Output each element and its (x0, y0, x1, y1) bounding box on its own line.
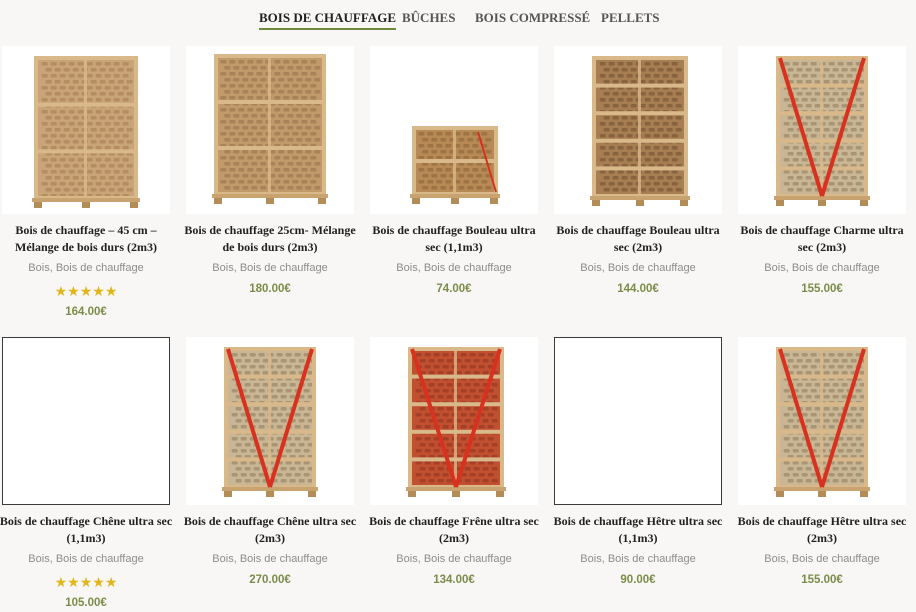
product-price: 270.00€ (249, 574, 291, 586)
category-link-bois-de-chauffage[interactable]: Bois de chauffage (792, 262, 880, 274)
category-link-bois[interactable]: Bois (580, 553, 601, 565)
product-price: 180.00€ (249, 283, 291, 295)
category-link-bois-de-chauffage[interactable]: Bois de chauffage (608, 262, 696, 274)
product-title[interactable]: Bois de chauffage Bouleau ultra sec (2m3… (548, 222, 728, 256)
product-image[interactable] (370, 337, 538, 505)
category-link-bois[interactable]: Bois (28, 262, 49, 274)
product-image[interactable] (2, 337, 170, 505)
product-image[interactable] (370, 46, 538, 214)
product-image[interactable] (2, 46, 170, 214)
product-categories: Bois, Bois de chauffage (554, 262, 722, 274)
category-link-bois-de-chauffage[interactable]: Bois de chauffage (792, 553, 880, 565)
category-link-bois-de-chauffage[interactable]: Bois de chauffage (240, 262, 328, 274)
product-price: 155.00€ (801, 574, 843, 586)
rating-stars-icon: ★★★★★ (54, 574, 118, 590)
product-image[interactable] (186, 46, 354, 214)
category-link-bois[interactable]: Bois (396, 262, 417, 274)
category-link-bois[interactable]: Bois (212, 553, 233, 565)
category-link-bois-de-chauffage[interactable]: Bois de chauffage (424, 553, 512, 565)
product-categories: Bois, Bois de chauffage (186, 553, 354, 565)
product-title[interactable]: Bois de chauffage Hêtre ultra sec (2m3) (732, 513, 912, 547)
product-title[interactable]: Bois de chauffage Charme ultra sec (2m3) (732, 222, 912, 256)
category-link-bois[interactable]: Bois (764, 553, 785, 565)
product-price: 144.00€ (617, 283, 659, 295)
product-image[interactable] (554, 337, 722, 505)
category-link-bois[interactable]: Bois (212, 262, 233, 274)
category-link-bois[interactable]: Bois (764, 262, 785, 274)
product-categories: Bois, Bois de chauffage (738, 553, 906, 565)
category-link-bois[interactable]: Bois (580, 262, 601, 274)
product-image[interactable] (738, 46, 906, 214)
product-categories: Bois, Bois de chauffage (2, 553, 170, 565)
product-image[interactable] (186, 337, 354, 505)
category-link-bois-de-chauffage[interactable]: Bois de chauffage (56, 262, 144, 274)
product-title[interactable]: Bois de chauffage Chêne ultra sec (2m3) (180, 513, 360, 547)
product-title[interactable]: Bois de chauffage Bouleau ultra sec (1,1… (364, 222, 544, 256)
product-categories: Bois, Bois de chauffage (186, 262, 354, 274)
product-categories: Bois, Bois de chauffage (370, 262, 538, 274)
category-link-bois[interactable]: Bois (396, 553, 417, 565)
product-categories: Bois, Bois de chauffage (370, 553, 538, 565)
product-categories: Bois, Bois de chauffage (2, 262, 170, 274)
product-title[interactable]: Bois de chauffage Frêne ultra sec (2m3) (364, 513, 544, 547)
category-link-bois-de-chauffage[interactable]: Bois de chauffage (424, 262, 512, 274)
product-price: 90.00€ (620, 574, 656, 586)
category-link-bois-de-chauffage[interactable]: Bois de chauffage (608, 553, 696, 565)
product-title[interactable]: Bois de chauffage Chêne ultra sec (1,1m3… (0, 513, 176, 547)
category-link-bois[interactable]: Bois (28, 553, 49, 565)
product-categories: Bois, Bois de chauffage (554, 553, 722, 565)
product-image[interactable] (554, 46, 722, 214)
product-price: 164.00€ (65, 306, 107, 318)
category-link-bois-de-chauffage[interactable]: Bois de chauffage (240, 553, 328, 565)
product-title[interactable]: Bois de chauffage 25cm- Mélange de bois … (180, 222, 360, 256)
product-image[interactable] (738, 337, 906, 505)
category-link-bois-de-chauffage[interactable]: Bois de chauffage (56, 553, 144, 565)
product-price: 134.00€ (433, 574, 475, 586)
product-price: 105.00€ (65, 597, 107, 609)
product-grid: Bois de chauffage – 45 cm – Mélange de b… (0, 0, 916, 612)
product-price: 74.00€ (436, 283, 472, 295)
product-price: 155.00€ (801, 283, 843, 295)
product-categories: Bois, Bois de chauffage (738, 262, 906, 274)
rating-stars-icon: ★★★★★ (54, 283, 118, 299)
product-title[interactable]: Bois de chauffage Hêtre ultra sec (1,1m3… (548, 513, 728, 547)
product-title[interactable]: Bois de chauffage – 45 cm – Mélange de b… (0, 222, 176, 256)
